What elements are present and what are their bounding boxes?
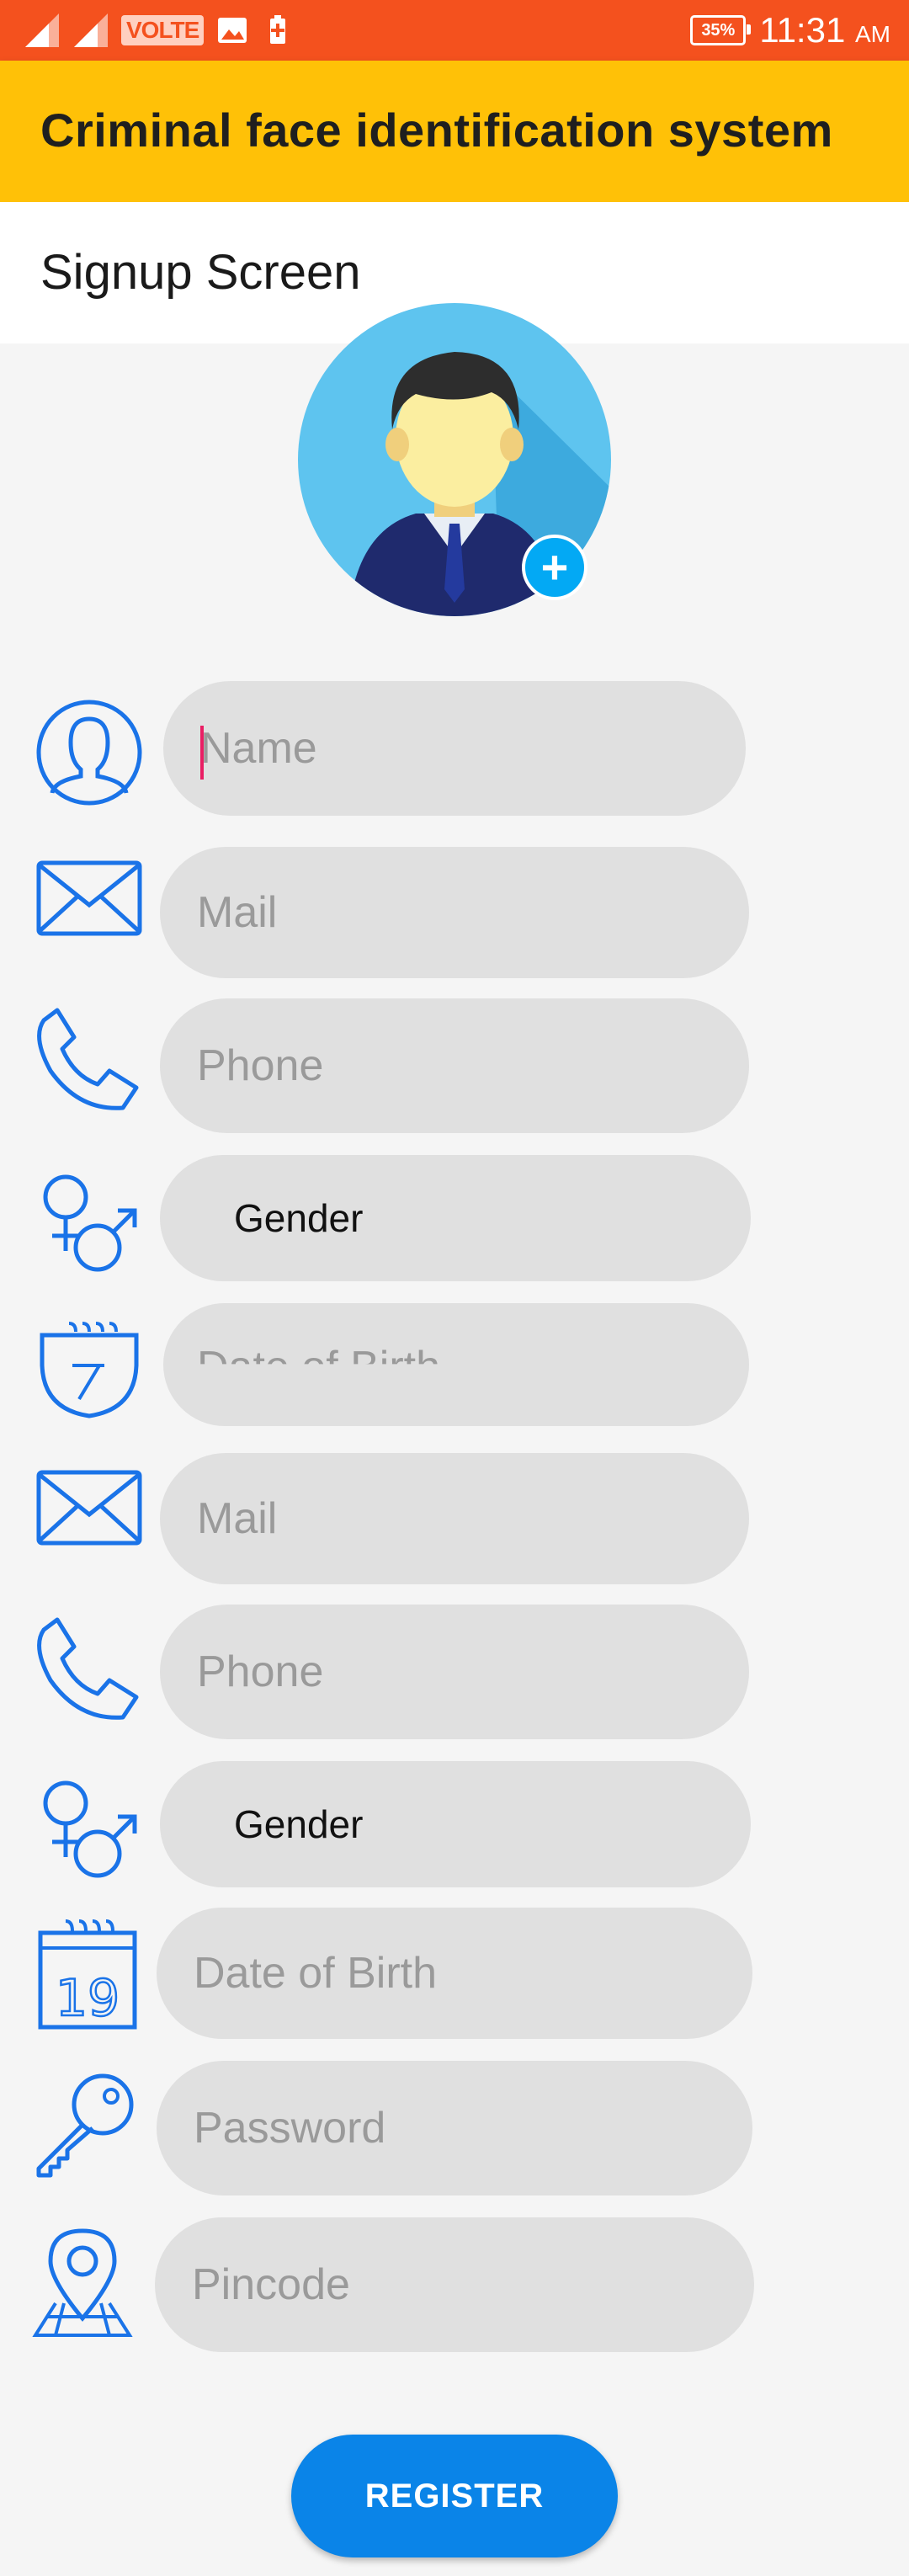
add-photo-button[interactable]: + [522,535,587,600]
signal-icon [25,13,59,47]
name-row [0,679,909,822]
dob-input[interactable] [157,1948,752,1999]
dob-field[interactable] [157,1908,752,2039]
app-bar: Criminal face identification system [0,61,909,202]
gender-row: Gender [0,1155,909,1283]
signal-icon [74,13,108,47]
location-pin-icon [32,2228,133,2337]
pincode-row [0,2217,909,2355]
gender-value: Gender [234,1196,364,1240]
pincode-field[interactable] [155,2217,754,2352]
status-left: VOLTE [24,8,295,52]
calendar-icon: 19 [38,1919,137,2030]
password-row [0,2061,909,2199]
app-title: Criminal face identification system [40,104,833,157]
name-field[interactable] [163,681,746,816]
gender-spinner-2[interactable]: Gender [160,1761,751,1887]
battery-icon: 35% [690,15,752,45]
mail-field-2[interactable] [160,1453,749,1584]
calendar-icon [40,1322,139,1418]
phone-row-2 [0,1605,909,1743]
dob-placeholder: Date of Birth [197,1343,441,1392]
phone-row [0,998,909,1136]
calendar-day-number: 19 [56,1969,120,2028]
phone-field[interactable] [160,998,749,1133]
key-icon [36,2073,134,2178]
dob-field-1[interactable]: Date of Birth [163,1303,749,1426]
battery-level: 35% [701,20,736,40]
volte-badge: VOLTE [121,15,205,45]
clock-ampm: AM [855,21,890,47]
password-field[interactable] [157,2061,752,2195]
clock-time: 11:31 [759,10,846,50]
phone-icon [37,1008,139,1110]
mail-row-2 [0,1453,909,1588]
gallery-icon [218,18,247,43]
mail-input[interactable] [160,887,749,938]
screen-title: Signup Screen [40,245,361,300]
battery-saver-icon [270,15,286,44]
gender-row-2: Gender [0,1761,909,1889]
person-icon [36,700,142,806]
text-cursor [200,726,204,780]
gender-icon [43,1174,137,1272]
register-button[interactable]: REGISTER [291,2435,618,2557]
status-bar: VOLTE 35% 11:31 AM [0,0,909,61]
phone-field-2[interactable] [160,1605,749,1739]
clock: 11:31 AM [759,10,890,51]
password-input[interactable] [157,2103,752,2153]
dob-row-clipped: Date of Birth [0,1301,909,1426]
gender-value-2: Gender [234,1802,364,1846]
gender-spinner-1[interactable]: Gender [160,1155,751,1281]
mail-input-2[interactable] [160,1493,749,1544]
dob-row: 19 [0,1908,909,2042]
phone-input-2[interactable] [160,1647,749,1697]
name-input[interactable] [163,723,746,774]
status-right: 35% 11:31 AM [690,7,890,54]
mail-row [0,845,909,980]
gender-icon [43,1780,137,1878]
pincode-input[interactable] [155,2259,754,2310]
mail-icon [36,1470,142,1546]
phone-input[interactable] [160,1041,749,1091]
phone-icon [37,1617,139,1720]
mail-field[interactable] [160,847,749,978]
mail-icon [36,860,142,936]
